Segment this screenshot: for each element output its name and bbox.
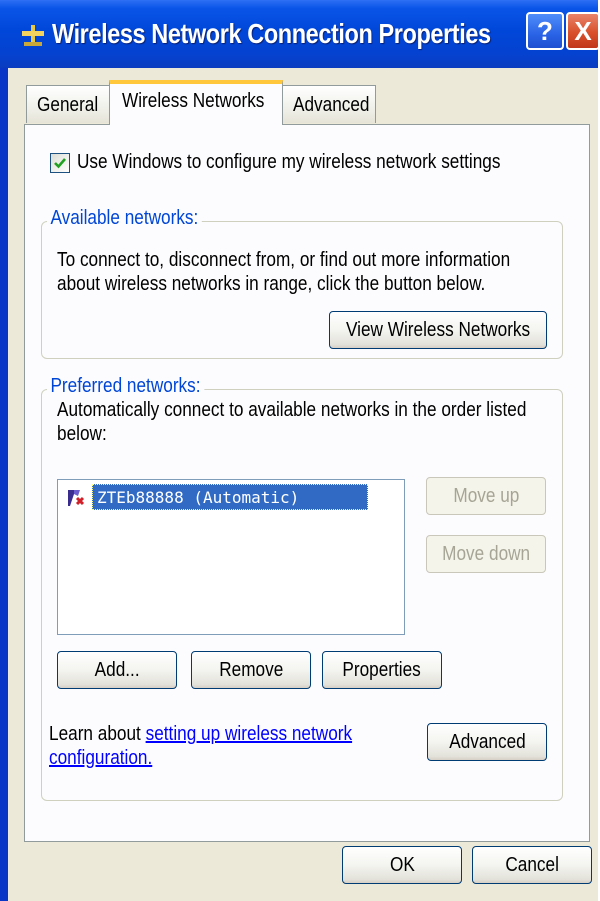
add-label: Add... — [94, 659, 140, 681]
network-entry-label: ZTEb88888 (Automatic) — [92, 484, 368, 510]
move-down-label: Move down — [442, 543, 530, 565]
close-button[interactable]: X — [566, 12, 600, 50]
preferred-networks-heading: Preferred networks: — [47, 375, 204, 398]
tab-advanced[interactable]: Advanced — [282, 85, 376, 123]
tab-panel: Use Windows to configure my wireless net… — [24, 124, 590, 842]
properties-label: Properties — [342, 659, 422, 681]
tab-wireless-networks-label: Wireless Networks — [122, 90, 265, 112]
remove-label: Remove — [218, 659, 284, 681]
help-button[interactable]: ? — [526, 12, 564, 50]
properties-button[interactable]: Properties — [322, 651, 442, 689]
tab-general[interactable]: General — [26, 85, 110, 123]
learn-about-text: Learn about setting up wireless network — [49, 723, 352, 746]
advanced-button[interactable]: Advanced — [427, 723, 547, 761]
use-windows-label: Use Windows to configure my wireless net… — [77, 151, 501, 173]
help-icon: ? — [537, 16, 553, 46]
learn-about-text-2: configuration. — [49, 747, 152, 770]
cancel-label: Cancel — [505, 854, 559, 876]
title-bar[interactable]: Wireless Network Connection Properties ?… — [0, 0, 600, 68]
cancel-button[interactable]: Cancel — [472, 846, 592, 884]
setup-link-2[interactable]: configuration. — [49, 747, 152, 769]
tab-wireless-networks[interactable]: Wireless Networks — [109, 80, 283, 125]
tab-advanced-label: Advanced — [293, 94, 370, 116]
ok-button[interactable]: OK — [342, 846, 462, 884]
advanced-label: Advanced — [448, 731, 526, 753]
learn-about-prefix: Learn about — [49, 723, 146, 745]
remove-button[interactable]: Remove — [191, 651, 311, 689]
network-connection-icon — [22, 25, 44, 46]
close-icon: X — [574, 16, 592, 46]
tab-general-label: General — [37, 94, 99, 116]
view-wireless-networks-button[interactable]: View Wireless Networks — [329, 311, 547, 349]
preferred-networks-list[interactable]: ZTEb88888 (Automatic) — [57, 479, 405, 635]
ok-label: OK — [389, 854, 415, 876]
help-glyph: ? — [537, 16, 553, 46]
preferred-networks-description-2: below: — [57, 423, 107, 445]
available-networks-description-2: about wireless networks in range, click … — [57, 273, 486, 295]
move-up-button[interactable]: Move up — [426, 477, 546, 515]
wireless-network-icon — [68, 490, 85, 506]
available-networks-heading: Available networks: — [47, 207, 202, 230]
dialog-client-area: General Wireless Networks Advanced Use W… — [8, 68, 598, 901]
add-button[interactable]: Add... — [57, 651, 177, 689]
available-networks-description-1: To connect to, disconnect from, or find … — [57, 249, 511, 271]
move-down-button[interactable]: Move down — [426, 535, 546, 573]
preferred-networks-description-1: Automatically connect to available netwo… — [57, 399, 527, 421]
move-up-label: Move up — [453, 485, 519, 507]
view-wireless-networks-label: View Wireless Networks — [345, 319, 531, 341]
setup-link[interactable]: setting up wireless network — [146, 723, 352, 745]
dialog-window: Wireless Network Connection Properties ?… — [0, 0, 600, 901]
window-title: Wireless Network Connection Properties — [52, 18, 491, 49]
use-windows-checkbox[interactable] — [50, 153, 70, 173]
checkmark-icon — [54, 158, 66, 169]
close-glyph: X — [574, 16, 592, 46]
